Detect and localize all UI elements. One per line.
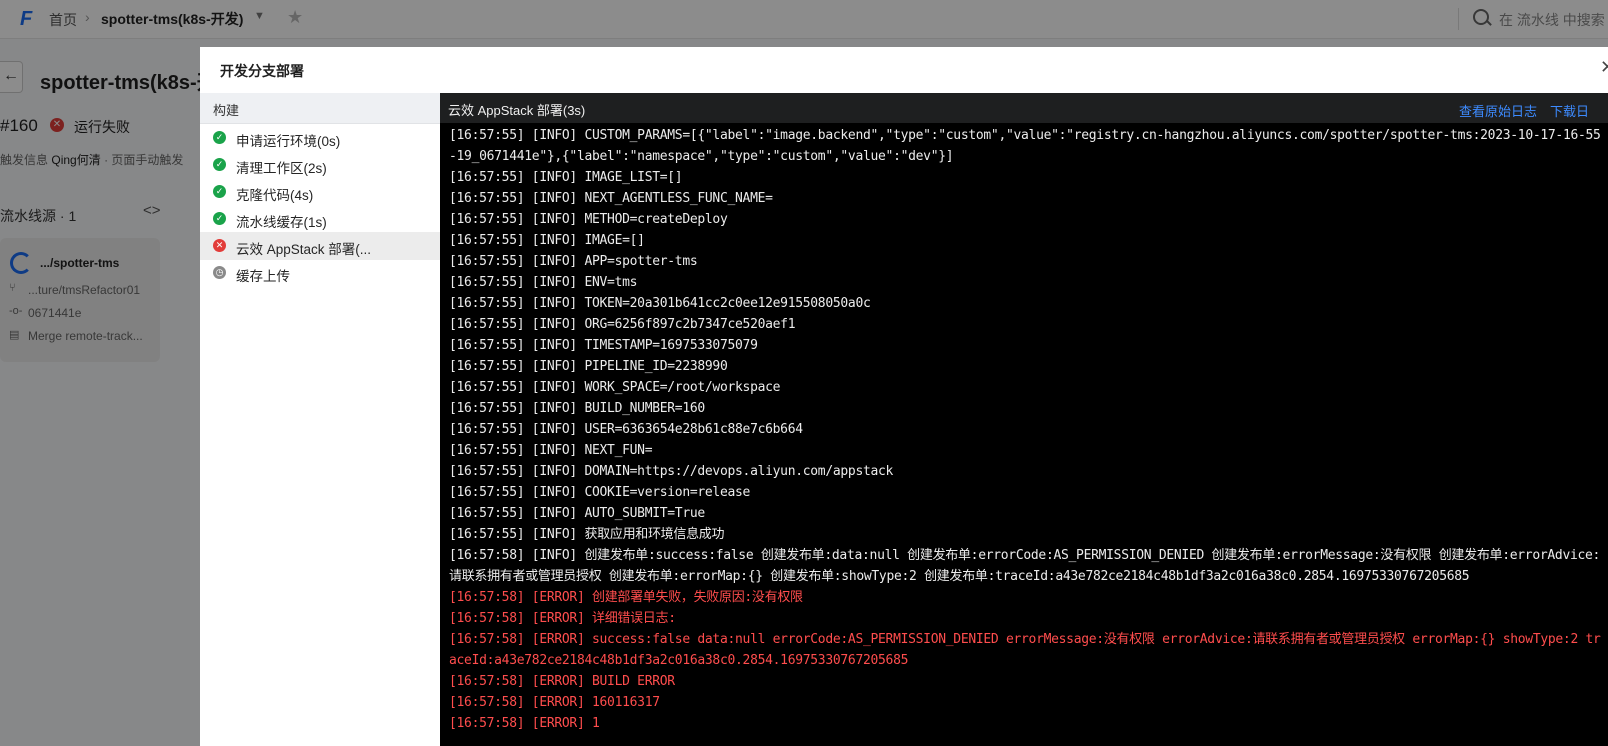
log-line: [16:57:55] [INFO] NEXT_AGENTLESS_FUNC_NA… [449,191,773,206]
log-line: [16:57:55] [INFO] PIPELINE_ID=2238990 [449,359,728,374]
step-item[interactable]: ◷ 缓存上传 [200,259,440,287]
log-line: [16:57:55] [INFO] CUSTOM_PARAMS=[{"label… [449,128,1601,164]
download-log-link[interactable]: 下载日 [1550,101,1589,120]
log-line: [16:57:55] [INFO] AUTO_SUBMIT=True [449,506,705,521]
view-raw-log-link[interactable]: 查看原始日志 [1459,101,1537,120]
log-line: [16:57:55] [INFO] TOKEN=20a301b641cc2c0e… [449,296,871,311]
step-label: 缓存上传 [236,269,290,284]
modal-title: 开发分支部署 [220,63,304,79]
step-item[interactable]: ✕ 云效 AppStack 部署(... [200,232,440,260]
log-title: 云效 AppStack 部署(3s) [448,103,586,118]
log-line: [16:57:55] [INFO] USER=6363654e28b61c88e… [449,422,803,437]
log-header: 云效 AppStack 部署(3s) 查看原始日志 下载日 [440,93,1608,123]
step-label: 克隆代码(4s) [236,188,314,203]
log-body: [16:57:55] [INFO] CUSTOM_PARAMS=[{"label… [449,125,1604,734]
step-item[interactable]: ✓ 克隆代码(4s) [200,178,440,206]
steps-panel: 构建 ✓ 申请运行环境(0s) ✓ 清理工作区(2s) ✓ 克隆代码(4s) ✓ 流水线缓存(… [200,93,441,746]
step-label: 流水线缓存(1s) [236,215,327,230]
log-line: [16:57:55] [INFO] IMAGE_LIST=[] [449,170,683,185]
log-line: [16:57:58] [ERROR] BUILD ERROR [449,674,675,689]
log-line: [16:57:55] [INFO] BUILD_NUMBER=160 [449,401,705,416]
log-line: [16:57:55] [INFO] NEXT_FUN= [449,443,653,458]
log-line: [16:57:58] [ERROR] 创建部署单失败，失败原因:没有权限 [449,590,803,605]
step-label: 云效 AppStack 部署(... [236,242,372,257]
log-line: [16:57:55] [INFO] IMAGE=[] [449,233,645,248]
step-item[interactable]: ✓ 清理工作区(2s) [200,151,440,179]
log-line: [16:57:55] [INFO] APP=spotter-tms [449,254,698,269]
log-line: [16:57:55] [INFO] TIMESTAMP=169753307507… [449,338,758,353]
success-icon: ✓ [213,131,226,144]
log-line: [16:57:58] [ERROR] 详细错误日志: [449,611,676,626]
steps-header: 构建 [200,93,440,124]
log-line: [16:57:55] [INFO] ENV=tms [449,275,638,290]
log-line: [16:57:55] [INFO] ORG=6256f897c2b7347ce5… [449,317,796,332]
log-line: [16:57:58] [ERROR] 160116317 [449,695,660,710]
error-icon: ✕ [213,239,226,252]
step-label: 清理工作区(2s) [236,161,327,176]
step-label: 申请运行环境(0s) [236,134,341,149]
log-panel[interactable]: 云效 AppStack 部署(3s) 查看原始日志 下载日 [16:57:55]… [440,93,1608,746]
clock-icon: ◷ [213,266,226,279]
close-icon[interactable]: ✕ [1600,57,1608,78]
log-line: [16:57:55] [INFO] COOKIE=version=release [449,485,751,500]
log-line: [16:57:55] [INFO] METHOD=createDeploy [449,212,728,227]
success-icon: ✓ [213,158,226,171]
log-line: [16:57:55] [INFO] DOMAIN=https://devops.… [449,464,894,479]
step-item[interactable]: ✓ 流水线缓存(1s) [200,205,440,233]
step-item[interactable]: ✓ 申请运行环境(0s) [200,124,440,152]
log-line: [16:57:58] [INFO] 创建发布单:success:false 创建… [449,548,1601,584]
deploy-log-modal: 开发分支部署 ✕ 构建 ✓ 申请运行环境(0s) ✓ 清理工作区(2s) ✓ 克隆代码(4… [200,47,1608,746]
log-line: [16:57:58] [ERROR] success:false data:nu… [449,632,1601,668]
steps-header-label: 构建 [213,103,240,118]
log-line: [16:57:55] [INFO] WORK_SPACE=/root/works… [449,380,781,395]
success-icon: ✓ [213,185,226,198]
success-icon: ✓ [213,212,226,225]
log-line: [16:57:58] [ERROR] 1 [449,716,600,731]
log-line: [16:57:55] [INFO] 获取应用和环境信息成功 [449,527,725,542]
